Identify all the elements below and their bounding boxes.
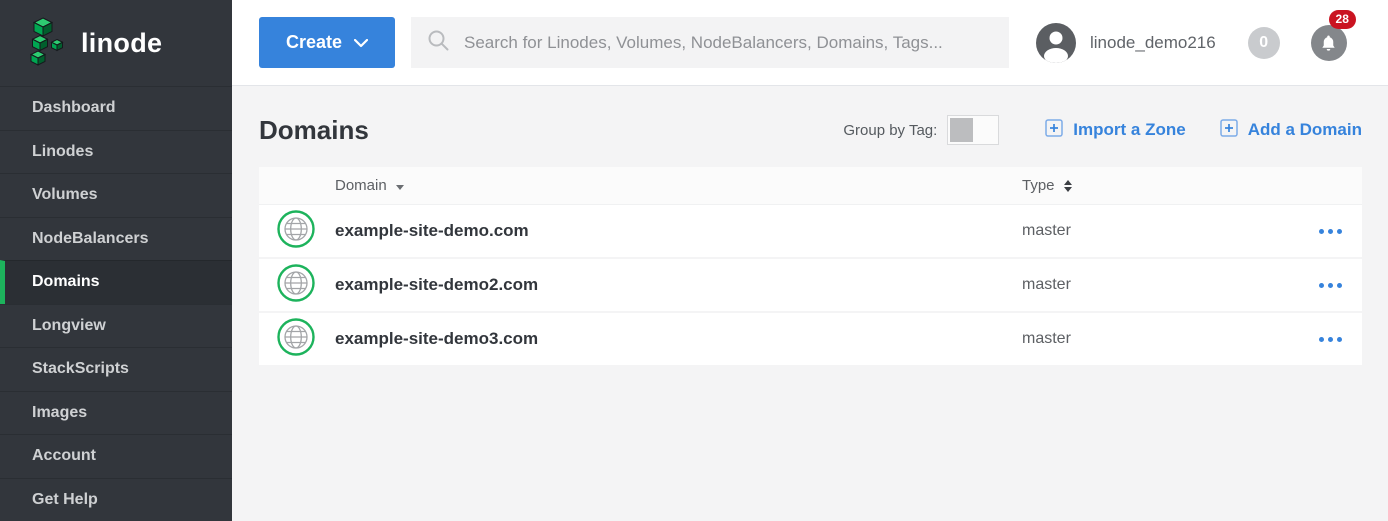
row-actions-button[interactable] (1319, 277, 1342, 294)
page-title: Domains (259, 115, 369, 146)
linode-cubes-icon (26, 15, 70, 72)
table-header-row: Domain Type (259, 167, 1362, 205)
bell-icon (1311, 25, 1347, 61)
sidebar-item-label: NodeBalancers (32, 230, 149, 248)
topbar: Create linode_demo216 0 28 (232, 0, 1388, 86)
column-header-domain[interactable]: Domain (335, 177, 404, 194)
avatar (1036, 23, 1076, 63)
domain-name: example-site-demo3.com (335, 329, 538, 349)
plus-square-icon (1045, 119, 1063, 142)
sidebar-item-longview[interactable]: Longview (0, 304, 232, 348)
import-zone-button[interactable]: Import a Zone (1045, 119, 1185, 142)
plus-square-icon (1220, 119, 1238, 142)
domain-type: master (1022, 330, 1071, 348)
sidebar-item-linodes[interactable]: Linodes (0, 130, 232, 174)
sidebar-item-images[interactable]: Images (0, 391, 232, 435)
table-row[interactable]: example-site-demo2.com master (259, 259, 1362, 313)
username: linode_demo216 (1090, 33, 1216, 53)
sidebar-item-label: StackScripts (32, 360, 129, 378)
caret-down-icon (396, 185, 404, 190)
row-actions-button[interactable] (1319, 331, 1342, 348)
sidebar-item-label: Dashboard (32, 99, 116, 117)
status-count-badge[interactable]: 0 (1248, 27, 1280, 59)
sidebar-item-dashboard[interactable]: Dashboard (0, 86, 232, 130)
group-by-tag-label: Group by Tag: (843, 122, 937, 139)
sidebar-item-nodebalancers[interactable]: NodeBalancers (0, 217, 232, 261)
notifications-button[interactable]: 28 (1311, 25, 1347, 61)
column-header-type[interactable]: Type (1022, 177, 1072, 194)
sidebar-item-label: Images (32, 404, 87, 422)
sidebar-item-label: Get Help (32, 491, 98, 509)
globe-icon (277, 210, 315, 253)
create-button-label: Create (286, 32, 342, 53)
chevron-down-icon (354, 32, 368, 53)
page-header: Domains Group by Tag: Import a Zone Add … (259, 86, 1362, 153)
sidebar-item-get-help[interactable]: Get Help (0, 478, 232, 521)
sidebar-item-label: Longview (32, 317, 106, 335)
sidebar-item-domains[interactable]: Domains (0, 260, 232, 304)
domain-name: example-site-demo2.com (335, 275, 538, 295)
sidebar-item-label: Volumes (32, 186, 98, 204)
sidebar-item-label: Account (32, 447, 96, 465)
sidebar-item-label: Domains (32, 273, 100, 291)
table-row[interactable]: example-site-demo3.com master (259, 313, 1362, 367)
sidebar-item-label: Linodes (32, 143, 93, 161)
sidebar-item-stackscripts[interactable]: StackScripts (0, 347, 232, 391)
search-icon (427, 29, 450, 57)
user-menu[interactable]: linode_demo216 (1036, 23, 1216, 63)
toggle-knob (950, 118, 973, 142)
import-zone-label: Import a Zone (1073, 120, 1185, 140)
row-actions-button[interactable] (1319, 223, 1342, 240)
table-row[interactable]: example-site-demo.com master (259, 205, 1362, 259)
domain-type: master (1022, 276, 1071, 294)
sidebar-item-account[interactable]: Account (0, 434, 232, 478)
domain-type: master (1022, 222, 1071, 240)
group-by-tag-toggle[interactable] (947, 115, 999, 145)
create-button[interactable]: Create (259, 17, 395, 68)
domain-column-label: Domain (335, 177, 387, 194)
status-count-value: 0 (1259, 34, 1268, 52)
notification-count-value: 28 (1336, 12, 1349, 26)
global-search (411, 17, 1009, 68)
add-domain-button[interactable]: Add a Domain (1220, 119, 1362, 142)
search-input[interactable] (464, 33, 993, 53)
globe-icon (277, 318, 315, 361)
domain-name: example-site-demo.com (335, 221, 529, 241)
notification-count-badge: 28 (1329, 10, 1356, 29)
sidebar-item-volumes[interactable]: Volumes (0, 173, 232, 217)
globe-icon (277, 264, 315, 307)
sidebar: linode Dashboard Linodes Volumes NodeBal… (0, 0, 232, 521)
logo-wordmark: linode (81, 28, 162, 59)
type-column-label: Type (1022, 177, 1055, 194)
main-content: Domains Group by Tag: Import a Zone Add … (232, 86, 1388, 521)
domains-table: Domain Type (259, 167, 1362, 367)
add-domain-label: Add a Domain (1248, 120, 1362, 140)
sort-arrows-icon (1064, 180, 1072, 192)
linode-logo[interactable]: linode (0, 0, 232, 86)
